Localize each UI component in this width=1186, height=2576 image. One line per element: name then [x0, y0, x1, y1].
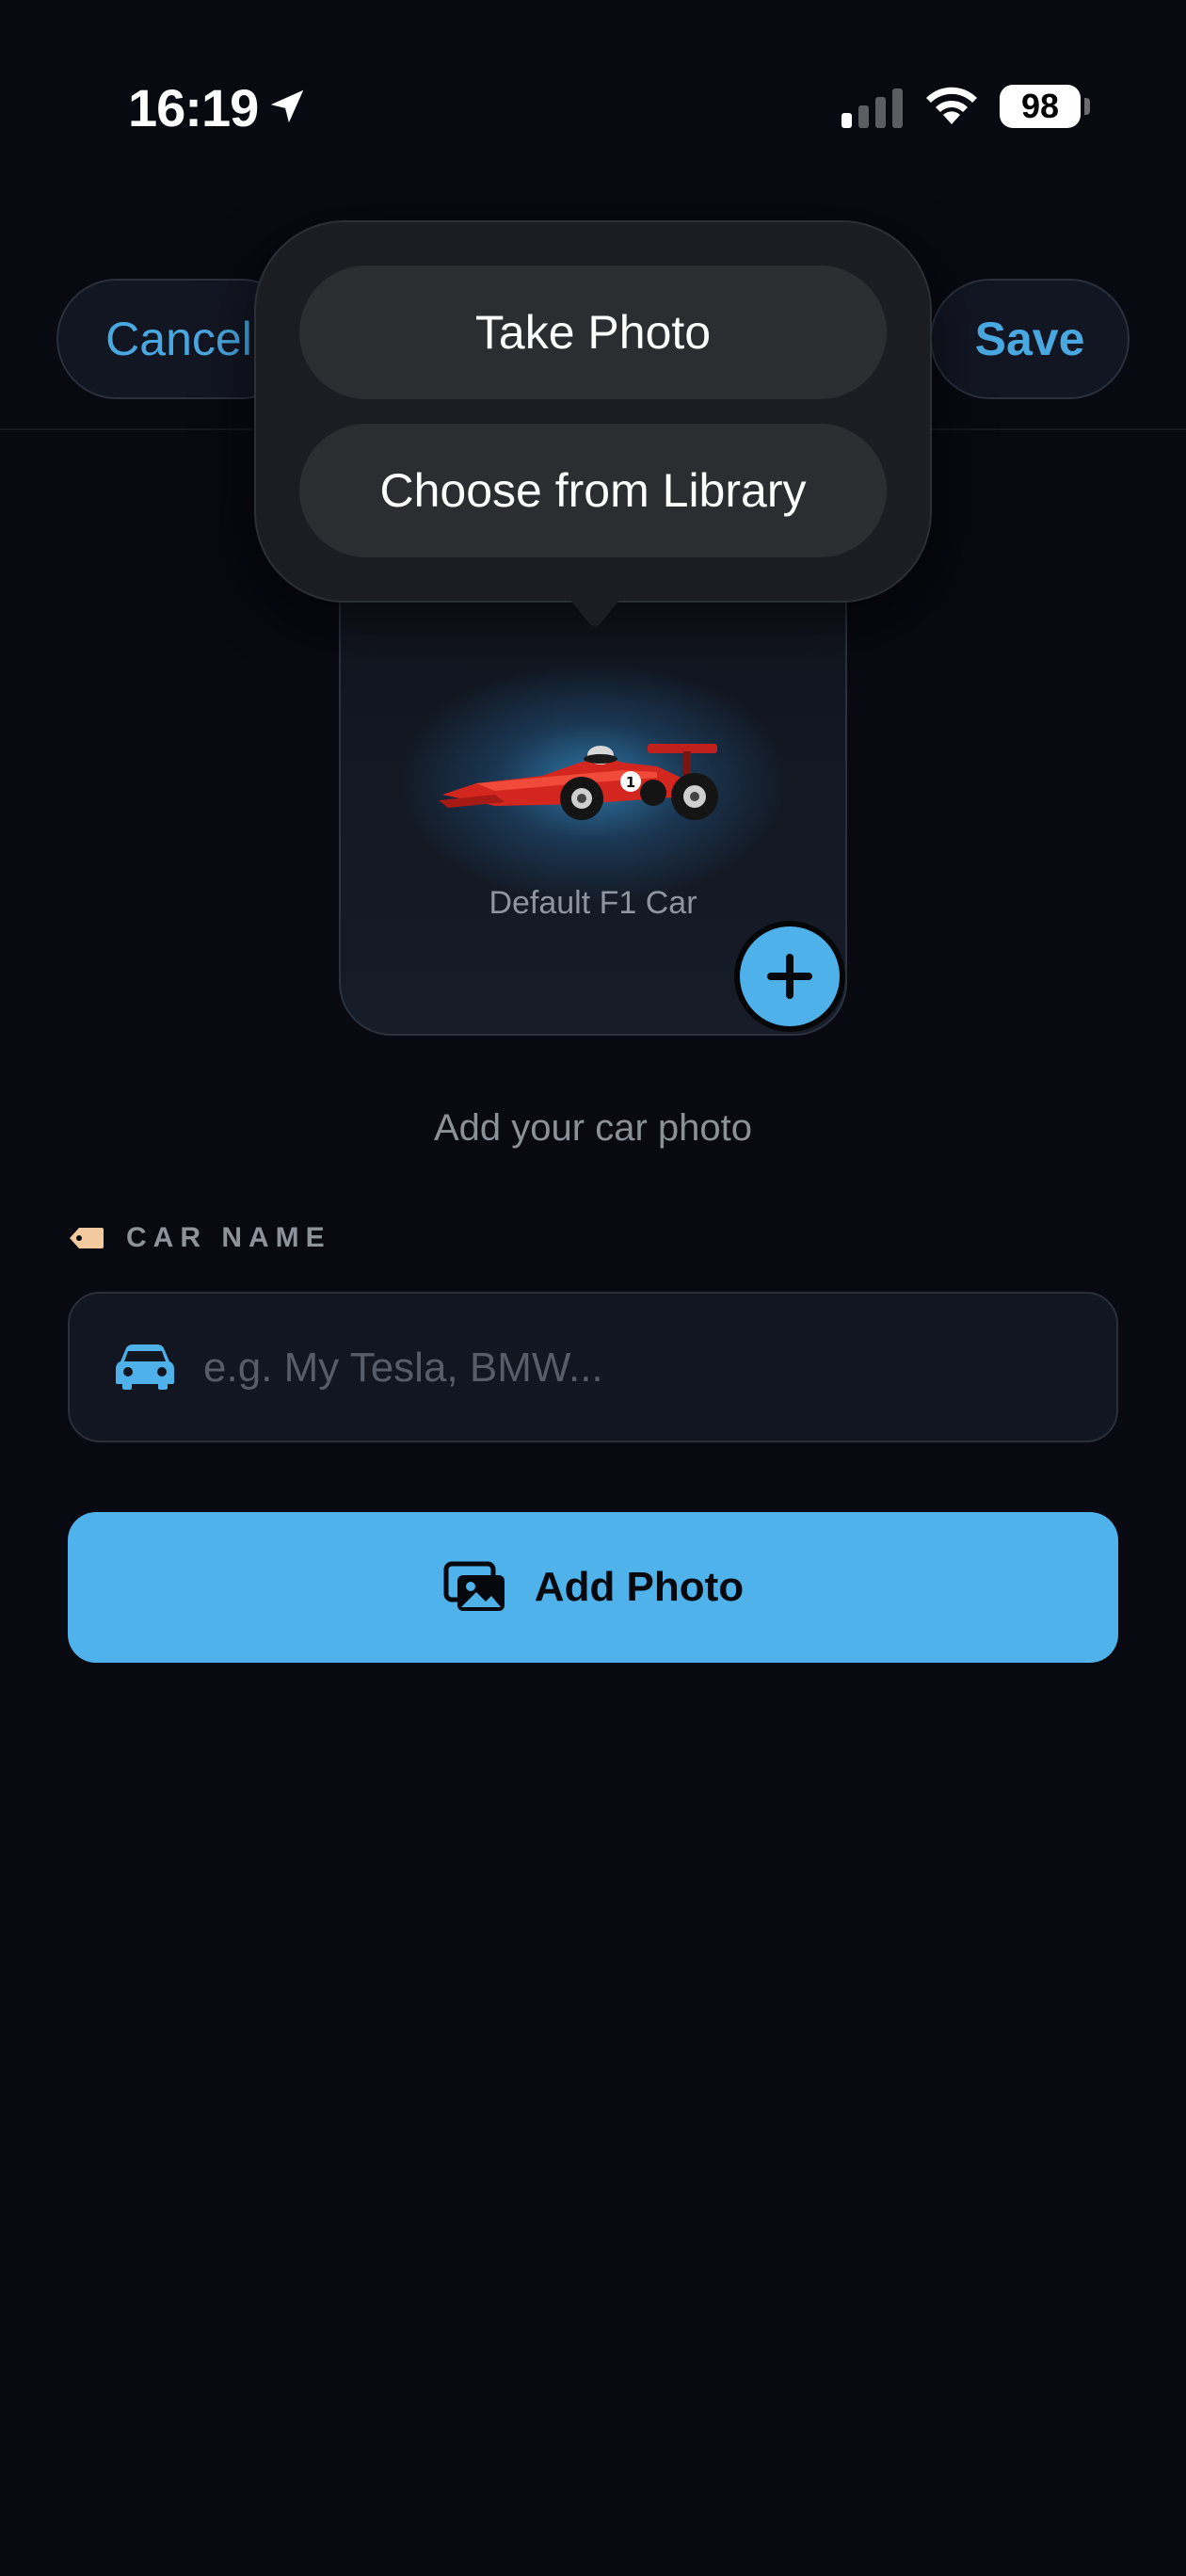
location-arrow-icon — [270, 89, 304, 123]
add-photo-button-label: Add Photo — [534, 1564, 745, 1610]
add-photo-plus-button[interactable] — [734, 921, 845, 1032]
tag-icon — [70, 1228, 104, 1248]
car-name-label: CAR NAME — [126, 1222, 331, 1253]
cellular-signal-icon — [841, 89, 903, 128]
f1-car-image: 1 — [439, 744, 718, 820]
wifi-icon — [926, 87, 977, 124]
add-photo-button[interactable]: Add Photo — [68, 1512, 1118, 1663]
status-time: 16:19 — [128, 78, 259, 137]
svg-text:1: 1 — [626, 774, 635, 791]
add-photo-hint: Add your car photo — [434, 1107, 752, 1149]
save-button[interactable]: Save — [930, 279, 1130, 399]
plus-icon — [767, 954, 812, 999]
battery-level: 98 — [1000, 85, 1081, 128]
popover-tail — [565, 593, 625, 626]
photos-icon — [443, 1561, 505, 1611]
battery-icon: 98 — [1000, 85, 1090, 130]
car-name-input[interactable] — [201, 1318, 1090, 1418]
choose-from-library-menu-item[interactable]: Choose from Library — [299, 424, 887, 557]
take-photo-menu-item[interactable]: Take Photo — [299, 266, 887, 399]
card-caption: Default F1 Car — [489, 885, 697, 921]
car-icon — [116, 1344, 174, 1390]
